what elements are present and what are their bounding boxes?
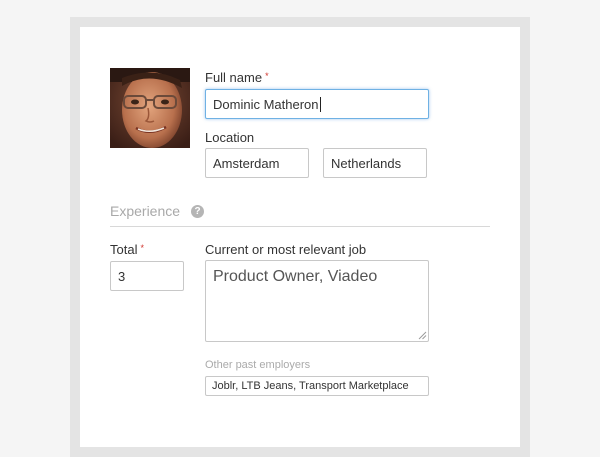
total-experience-input[interactable]: 3 (110, 261, 184, 291)
avatar (110, 68, 190, 148)
section-divider (110, 226, 490, 227)
resize-handle-icon[interactable] (418, 331, 427, 340)
required-marker: * (265, 71, 269, 81)
current-job-textarea[interactable]: Product Owner, Viadeo (205, 260, 429, 342)
experience-section-title: Experience (110, 203, 181, 219)
full-name-value: Dominic Matheron (213, 96, 319, 112)
city-input[interactable]: Amsterdam (205, 148, 309, 178)
required-marker: * (140, 243, 144, 253)
avatar-photo (110, 68, 190, 148)
total-experience-value: 3 (118, 268, 126, 284)
text-caret (319, 96, 321, 112)
city-value: Amsterdam (213, 155, 280, 171)
location-label: Location (205, 130, 255, 145)
past-employers-input[interactable]: Joblr, LTB Jeans, Transport Marketplace (205, 376, 429, 396)
current-job-value: Product Owner, Viadeo (213, 268, 378, 285)
country-value: Netherlands (331, 155, 402, 171)
total-label-text: Total (110, 242, 138, 257)
current-job-label: Current or most relevant job (205, 242, 367, 257)
past-employers-label: Other past employers (205, 359, 311, 371)
full-name-label: Full name * (205, 70, 269, 85)
help-icon[interactable]: ? (191, 205, 204, 218)
full-name-label-text: Full name (205, 70, 263, 85)
country-input[interactable]: Netherlands (323, 148, 427, 178)
total-label: Total * (110, 242, 144, 257)
full-name-input[interactable]: Dominic Matheron (205, 89, 429, 119)
past-employers-value: Joblr, LTB Jeans, Transport Marketplace (212, 380, 409, 392)
